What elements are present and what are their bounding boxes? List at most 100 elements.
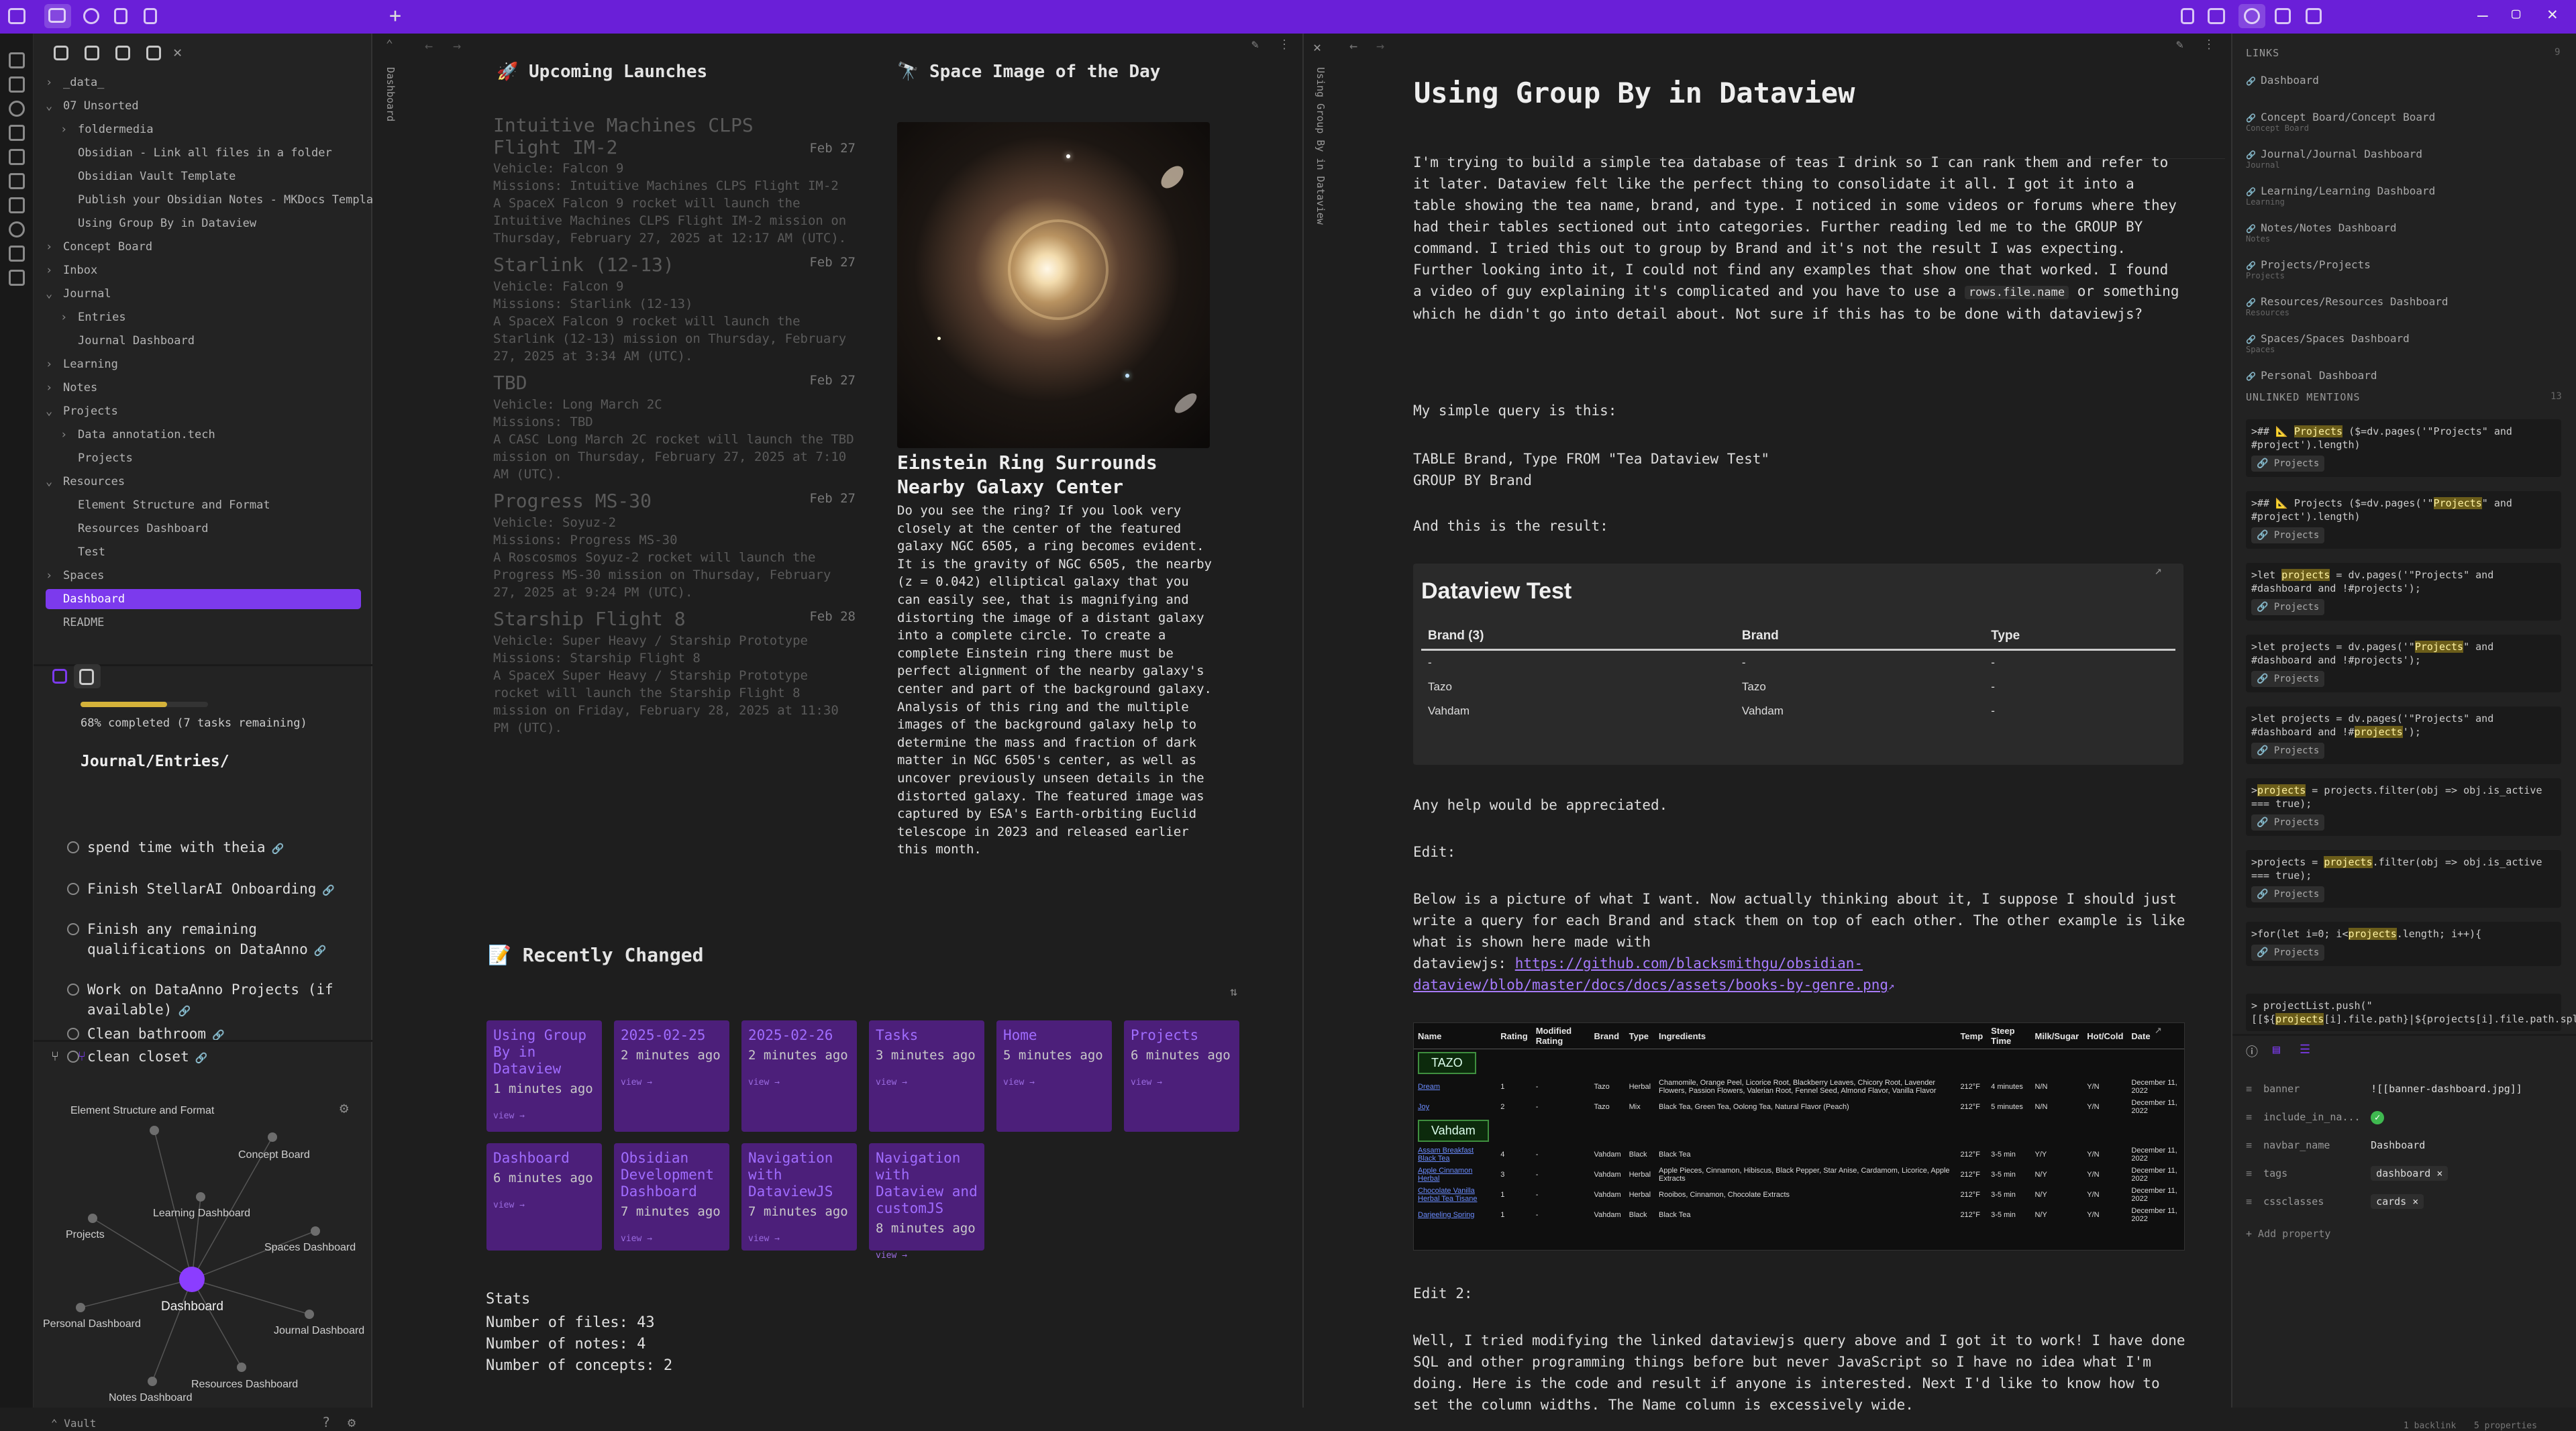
canvas-icon[interactable] [9,173,25,189]
property-value[interactable]: cards × [2371,1194,2424,1209]
link-label[interactable]: Learning/Learning Dashboard [2261,184,2435,197]
link-label[interactable]: Spaces/Spaces Dashboard [2261,332,2410,345]
graph-node[interactable] [237,1363,246,1372]
new-tab-icon[interactable]: + [389,4,401,28]
view-link[interactable]: view → [493,1200,595,1210]
list-icon[interactable]: ☰ [2300,1043,2310,1057]
back-icon[interactable]: ← [1349,38,1357,54]
recent-card-title[interactable]: Projects [1131,1027,1233,1044]
link-label[interactable]: Resources/Resources Dashboard [2261,295,2448,308]
link-chip[interactable]: 🔗 Projects [2251,886,2325,902]
close-folders-icon[interactable]: ✕ [173,44,182,61]
property-row[interactable]: ≡ cssclasses cards × [2246,1194,2561,1217]
tree-item[interactable]: Using Group By in Dataview [60,213,361,233]
backlink-item[interactable]: 🔗 Projects/Projects Projects [2246,258,2371,280]
link-icon[interactable]: 🔗 [189,1052,208,1064]
collapse-icon[interactable] [146,46,161,60]
local-graph-tab-icon[interactable]: ⑂ [78,1048,86,1064]
info-icon[interactable]: ⓘ [2246,1043,2258,1060]
task-item[interactable]: Work on DataAnno Projects (if available)… [67,979,376,1021]
tree-item[interactable]: › Data annotation.tech [60,425,361,445]
recent-card[interactable]: Navigation with Dataview and customJS 8 m… [869,1143,984,1261]
graph-node[interactable] [150,1126,159,1135]
recent-card-title[interactable]: Navigation with Dataview and customJS [876,1150,978,1217]
tree-item[interactable]: › Concept Board [46,237,361,257]
tree-item[interactable]: › Entries [60,307,361,327]
external-link-icon[interactable]: ↗ [2155,1022,2162,1037]
backlink-item[interactable]: 🔗 Journal/Journal Dashboard Journal [2246,148,2422,170]
link-chip[interactable]: 🔗 Projects [2251,945,2325,961]
property-value[interactable]: dashboard × [2371,1166,2449,1181]
recent-card-title[interactable]: Home [1003,1027,1105,1044]
view-link[interactable]: view → [748,1234,850,1244]
tree-item[interactable]: Obsidian Vault Template [60,166,361,187]
backlink-item[interactable]: 🔗 Concept Board/Concept Board Concept Boa… [2246,111,2435,133]
mention-item[interactable]: >## 📐 Projects ($=dv.pages('"Projects" a… [2246,491,2561,549]
tree-item[interactable]: › Learning [46,354,361,374]
link-label[interactable]: Concept Board/Concept Board [2261,111,2435,123]
search-icon[interactable] [83,8,99,24]
recent-card[interactable]: Dashboard 6 minutes ago view → [486,1143,602,1251]
property-row[interactable]: ≡ include_in_na... ✓ [2246,1111,2561,1132]
dropdown-icon[interactable] [2181,8,2194,24]
tree-item[interactable]: README [46,613,361,633]
vertical-tab-title[interactable]: Dashboard [384,67,397,201]
tree-item[interactable]: Test [60,542,361,562]
close-icon[interactable]: ✕ [2547,4,2558,24]
terminal-icon[interactable] [9,149,25,165]
tree-item[interactable]: Resources Dashboard [60,519,361,539]
property-row[interactable]: ≡ navbar_name Dashboard [2246,1139,2561,1161]
calendar-tab-icon[interactable] [52,669,67,684]
task-item[interactable]: spend time with theia 🔗 [67,837,376,859]
minimize-icon[interactable]: – [2477,5,2488,25]
status-backlinks[interactable]: 1 backlink [2404,1421,2456,1431]
external-link-icon[interactable]: ↗ [2155,564,2162,578]
view-link[interactable]: view → [1131,1077,1233,1088]
tree-item[interactable]: ⌄ 07 Unsorted [46,96,361,116]
pane-menu-icon[interactable]: ⌃ [386,38,393,52]
task-item[interactable]: Clean bathroom 🔗 [67,1024,376,1045]
link-chip[interactable]: 🔗 Projects [2251,671,2325,687]
tree-item[interactable]: Publish your Obsidian Notes - MKDocs Tem… [60,190,387,210]
property-value[interactable]: ![[banner-dashboard.jpg]] [2371,1083,2522,1095]
tree-item[interactable]: ⌄ Projects [46,401,361,421]
sort-icon[interactable] [115,46,130,60]
tree-item[interactable]: › Spaces [46,566,361,586]
sort-icon[interactable]: ⇅ [1230,985,1237,999]
graph-node[interactable] [305,1310,314,1319]
status-properties[interactable]: 5 properties [2474,1421,2537,1431]
backlink-item[interactable]: 🔗 Resources/Resources Dashboard Resources [2246,295,2449,317]
maximize-icon[interactable]: ▢ [2512,5,2520,22]
link-icon[interactable]: 🔗 [172,1005,191,1017]
task-checkbox[interactable] [67,984,79,996]
forward-icon[interactable]: → [1376,38,1384,54]
property-row[interactable]: ≡ tags dashboard × [2246,1166,2561,1189]
graph-node[interactable] [179,1267,205,1292]
tag-icon[interactable] [9,197,25,213]
mention-item[interactable]: >## 📐 Projects ($=dv.pages('"Projects" a… [2246,419,2561,477]
table-cell[interactable]: Darjeeling Spring [1414,1205,1496,1225]
bookmark-icon[interactable] [114,8,127,24]
graph-node[interactable] [196,1192,205,1202]
task-checkbox[interactable] [67,923,79,935]
tree-item[interactable]: › Inbox [46,260,361,280]
link-label[interactable]: Journal/Journal Dashboard [2261,148,2422,160]
recent-card-title[interactable]: 2025-02-25 [621,1027,723,1044]
graph-node[interactable] [148,1377,157,1386]
recent-card-title[interactable]: Tasks [876,1027,978,1044]
task-item[interactable]: Finish StellarAI Onboarding 🔗 [67,879,376,900]
calendar-icon[interactable]: ▤ [2273,1043,2280,1057]
graph-node[interactable] [311,1226,320,1236]
new-folder-icon[interactable] [85,46,99,60]
task-checkbox[interactable] [67,1028,79,1040]
mention-item[interactable]: > projectList.push("[[${projects[i].file… [2246,994,2576,1031]
link-label[interactable]: Personal Dashboard [2261,369,2377,382]
sidebar-toggle-icon[interactable] [8,8,25,24]
table-cell[interactable]: Chocolate Vanilla Herbal Tea Tisane [1414,1185,1496,1205]
recent-card-title[interactable]: 2025-02-26 [748,1027,850,1044]
edit-icon[interactable]: ✎ [2176,38,2183,52]
backlink-item[interactable]: 🔗 Notes/Notes Dashboard Notes [2246,221,2396,244]
recent-card[interactable]: Tasks 3 minutes ago view → [869,1020,984,1132]
mention-item[interactable]: >let projects = dv.pages('"Projects" and… [2246,706,2561,764]
graph-node[interactable] [88,1214,97,1223]
